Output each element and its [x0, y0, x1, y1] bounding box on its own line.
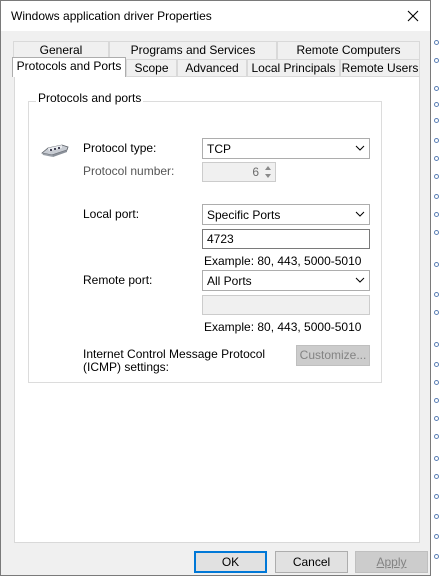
remote-port-select[interactable]: All Ports	[202, 270, 370, 291]
group-title: Protocols and ports	[36, 91, 144, 105]
local-port-input[interactable]	[203, 230, 369, 248]
edge-mark	[434, 494, 439, 499]
tab-label: General	[39, 43, 83, 57]
tab-local-principals[interactable]: Local Principals	[247, 59, 340, 77]
edge-mark	[434, 514, 439, 519]
chevron-down-icon	[265, 174, 271, 178]
edge-mark	[434, 118, 439, 123]
edge-mark	[434, 534, 439, 539]
protocol-number-stepper[interactable]	[202, 162, 276, 182]
tab-scope[interactable]: Scope	[126, 59, 177, 77]
properties-dialog: Windows application driver Properties Ge…	[0, 0, 431, 576]
protocol-type-select[interactable]: TCP	[202, 138, 370, 159]
edge-mark	[434, 40, 439, 45]
window-title: Windows application driver Properties	[11, 9, 212, 23]
ok-label: OK	[221, 555, 240, 569]
edge-mark	[434, 474, 439, 479]
remote-port-label: Remote port:	[83, 273, 153, 287]
tab-advanced[interactable]: Advanced	[177, 59, 247, 77]
spin-down-button[interactable]	[262, 172, 274, 180]
tab-label: Advanced	[185, 61, 239, 75]
tab-label: Remote Users	[341, 61, 419, 75]
protocols-groupbox: Protocol type: TCP Protocol number: Loca…	[28, 101, 382, 383]
background-window-edge	[431, 0, 440, 576]
close-icon	[407, 10, 419, 22]
tab-label: Scope	[134, 61, 169, 75]
edge-mark	[434, 310, 439, 315]
edge-mark	[434, 292, 439, 297]
remote-port-field[interactable]	[202, 295, 370, 315]
tab-label: Local Principals	[251, 61, 336, 75]
ok-button[interactable]: OK	[194, 551, 267, 573]
chevron-down-icon	[355, 211, 365, 217]
edge-mark	[434, 380, 439, 385]
edge-mark	[434, 416, 439, 421]
edge-mark	[434, 456, 439, 461]
edge-mark	[434, 554, 439, 559]
remote-port-mode-value: All Ports	[207, 274, 252, 288]
spin-control	[262, 164, 274, 180]
protocol-type-value: TCP	[207, 142, 231, 156]
customize-label: Customize...	[299, 348, 367, 362]
close-button[interactable]	[396, 1, 430, 31]
spin-up-button[interactable]	[262, 164, 274, 172]
protocol-type-label: Protocol type:	[83, 141, 157, 155]
apply-button[interactable]: Apply	[355, 551, 428, 573]
icmp-settings-label: Internet Control Message Protocol (ICMP)…	[83, 348, 265, 374]
icmp-label-line2: (ICMP) settings:	[83, 360, 170, 374]
tab-panel-protocols-and-ports: Protocols and ports Protocol type: TCP P…	[14, 76, 420, 543]
tab-label: Remote Computers	[296, 43, 401, 57]
edge-mark	[434, 58, 439, 63]
local-port-field[interactable]	[202, 229, 370, 249]
edge-mark	[434, 174, 439, 179]
edge-mark	[434, 362, 439, 367]
tab-protocols-and-ports[interactable]: Protocols and Ports	[12, 57, 126, 77]
chevron-down-icon	[355, 277, 365, 283]
local-port-example: Example: 80, 443, 5000-5010	[204, 254, 362, 268]
edge-mark	[434, 230, 439, 235]
remote-port-example: Example: 80, 443, 5000-5010	[204, 320, 362, 334]
edge-mark	[434, 212, 439, 217]
title-bar[interactable]: Windows application driver Properties	[1, 1, 430, 31]
tab-programs-and-services[interactable]: Programs and Services	[109, 41, 277, 59]
local-port-select[interactable]: Specific Ports	[202, 204, 370, 225]
icmp-label-line1: Internet Control Message Protocol	[83, 347, 266, 361]
tab-label: Programs and Services	[130, 43, 256, 57]
tab-remote-users[interactable]: Remote Users	[340, 59, 420, 77]
chevron-up-icon	[265, 166, 271, 170]
remote-port-input[interactable]	[203, 296, 369, 314]
edge-mark	[434, 86, 439, 91]
tab-label: Protocols and Ports	[16, 59, 122, 73]
edge-mark	[434, 194, 439, 199]
edge-mark	[434, 434, 439, 439]
edge-mark	[434, 342, 439, 347]
cancel-button[interactable]: Cancel	[275, 551, 348, 573]
edge-mark	[434, 262, 439, 267]
tab-remote-computers[interactable]: Remote Computers	[277, 41, 420, 59]
customize-button[interactable]: Customize...	[296, 345, 370, 366]
network-cable-icon	[41, 144, 69, 157]
chevron-down-icon	[355, 145, 365, 151]
edge-mark	[434, 156, 439, 161]
edge-mark	[434, 102, 439, 107]
apply-label: Apply	[376, 555, 407, 569]
edge-mark	[434, 138, 439, 143]
local-port-label: Local port:	[83, 207, 140, 221]
cancel-label: Cancel	[292, 555, 331, 569]
local-port-mode-value: Specific Ports	[207, 208, 281, 222]
protocol-number-label: Protocol number:	[83, 164, 175, 178]
edge-mark	[434, 398, 439, 403]
